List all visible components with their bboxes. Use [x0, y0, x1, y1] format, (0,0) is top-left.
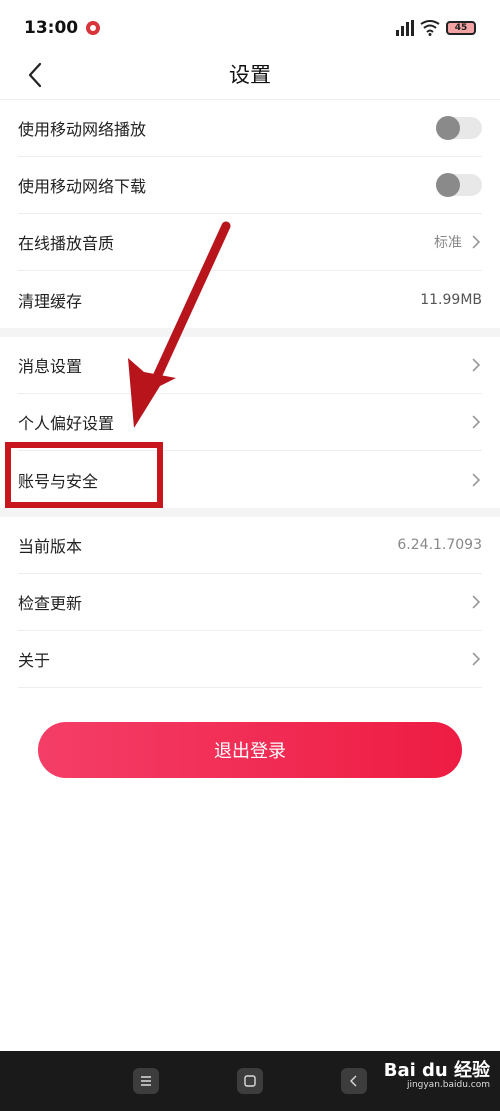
home-icon [244, 1075, 256, 1087]
toggle-knob [436, 116, 460, 140]
mobile-download-row[interactable]: 使用移动网络下载 [18, 157, 482, 214]
notification-icon [86, 21, 101, 35]
watermark: Bai du 经验 jingyan.baidu.com [384, 1061, 490, 1091]
current-version-row: 当前版本 6.24.1.7093 [18, 517, 482, 574]
chevron-right-icon [470, 652, 482, 666]
page-title: 设置 [229, 62, 271, 87]
about-row[interactable]: 关于 [18, 631, 482, 688]
group-divider [0, 508, 500, 517]
settings-list: 使用移动网络播放 使用移动网络下载 在线播放音质 标准 清理缓存 11.99MB… [0, 100, 500, 688]
toggle-knob [436, 173, 460, 197]
status-time: 13:00 [24, 18, 79, 38]
cache-size-value: 11.99MB [420, 291, 482, 308]
menu-button[interactable] [133, 1068, 159, 1094]
menu-icon [141, 1076, 151, 1086]
row-label: 当前版本 [18, 537, 83, 556]
row-label: 在线播放音质 [18, 234, 115, 253]
wifi-icon [420, 20, 440, 36]
signal-icon [396, 20, 414, 36]
row-label: 使用移动网络播放 [18, 120, 147, 139]
message-settings-row[interactable]: 消息设置 [18, 337, 482, 394]
chevron-right-icon [470, 473, 482, 487]
row-label: 使用移动网络下载 [18, 177, 147, 196]
audio-quality-value: 标准 [434, 235, 462, 251]
home-button[interactable] [237, 1068, 263, 1094]
row-label: 个人偏好设置 [18, 414, 115, 433]
mobile-play-row[interactable]: 使用移动网络播放 [18, 100, 482, 157]
chevron-right-icon [470, 358, 482, 372]
chevron-right-icon [470, 415, 482, 429]
chevron-left-icon [28, 62, 42, 88]
nav-bar: 设置 [0, 48, 500, 100]
battery-level: 45 [454, 23, 468, 33]
back-button[interactable] [18, 58, 52, 92]
status-indicators: 45 [396, 20, 476, 36]
group-divider [0, 328, 500, 337]
mobile-download-toggle[interactable] [436, 173, 482, 197]
system-nav-bar: Bai du 经验 jingyan.baidu.com [0, 1051, 500, 1111]
back-icon [350, 1075, 357, 1087]
row-label: 清理缓存 [18, 291, 83, 311]
check-update-row[interactable]: 检查更新 [18, 574, 482, 631]
highlight-box [5, 442, 163, 508]
row-label: 检查更新 [18, 594, 83, 613]
row-label: 关于 [18, 651, 51, 670]
version-value: 6.24.1.7093 [397, 537, 482, 553]
battery-icon: 45 [446, 21, 476, 35]
logout-button[interactable]: 退出登录 [38, 722, 462, 778]
audio-quality-row[interactable]: 在线播放音质 标准 [18, 214, 482, 271]
chevron-right-icon [470, 235, 482, 249]
watermark-brand: Bai du 经验 [383, 1060, 490, 1081]
mobile-play-toggle[interactable] [436, 116, 482, 140]
clear-cache-row[interactable]: 清理缓存 11.99MB [18, 271, 482, 328]
row-label: 消息设置 [18, 357, 83, 376]
chevron-right-icon [470, 595, 482, 609]
watermark-url: jingyan.baidu.com [406, 1079, 490, 1090]
back-nav-button[interactable] [341, 1068, 367, 1094]
